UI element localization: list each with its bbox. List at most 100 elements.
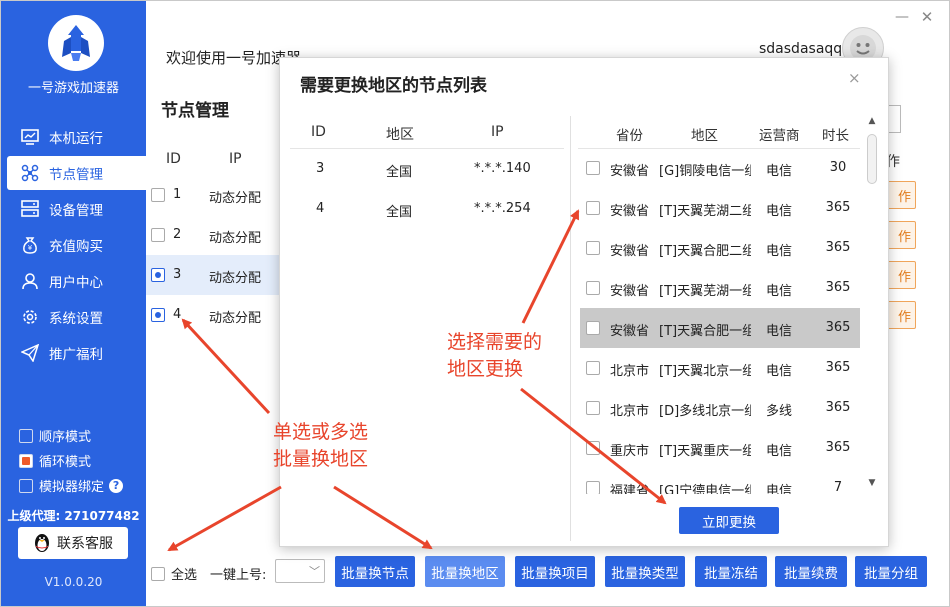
region-list-item[interactable]: 重庆市 [T]天翼重庆一组 电信 365 xyxy=(580,428,860,468)
sidebar-item-recharge[interactable]: ¥ 充值购买 xyxy=(7,228,146,262)
region-list-item[interactable]: 北京市 [D]多线北京一组 多线 365 xyxy=(580,388,860,428)
batch-renew-button[interactable]: 批量续费 xyxy=(775,556,847,587)
user-icon xyxy=(21,272,39,290)
region-list-item[interactable]: 福建省 [G]宁德电信一组 电信 7 xyxy=(580,468,860,494)
region-province: 安徽省 xyxy=(610,284,650,299)
batch-change-region-button[interactable]: 批量换地区 xyxy=(425,556,505,587)
region-area: [T]天翼北京一组 xyxy=(659,364,751,379)
region-duration: 365 xyxy=(825,400,851,415)
region-isp: 电信 xyxy=(766,364,793,379)
mode-emulator-bind[interactable]: 模拟器绑定 ? xyxy=(19,476,124,495)
mode-sequential[interactable]: 顺序模式 xyxy=(19,426,91,445)
contact-service-button[interactable]: 联系客服 xyxy=(18,527,128,559)
chevron-down-icon: ﹀ xyxy=(309,565,320,578)
row-checkbox[interactable] xyxy=(151,188,165,202)
region-area: [T]天翼合肥二组 xyxy=(659,244,751,259)
region-province: 安徽省 xyxy=(610,244,650,259)
region-checkbox[interactable] xyxy=(586,441,600,455)
batch-change-type-button[interactable]: 批量换类型 xyxy=(605,556,685,587)
batch-change-node-button[interactable]: 批量换节点 xyxy=(335,556,415,587)
region-list-item[interactable]: 安徽省 [G]铜陵电信一组 电信 30 xyxy=(580,148,860,188)
close-icon[interactable]: ✕ xyxy=(919,9,935,25)
region-duration: 365 xyxy=(825,200,851,215)
sidebar-item-system-settings[interactable]: 系统设置 xyxy=(7,300,146,334)
left-cell-region: 全国 xyxy=(386,165,413,180)
mode-label: 模拟器绑定 xyxy=(39,480,105,495)
dialog-close-icon[interactable]: × xyxy=(848,69,861,87)
region-duration: 365 xyxy=(825,360,851,375)
region-duration: 7 xyxy=(833,480,843,494)
mode-label: 循环模式 xyxy=(39,455,92,470)
region-checkbox[interactable] xyxy=(586,361,600,375)
region-isp: 多线 xyxy=(766,404,793,419)
region-list-item[interactable]: 安徽省 [T]天翼合肥二组 电信 365 xyxy=(580,228,860,268)
left-header-ip: IP xyxy=(491,124,504,140)
sequential-checkbox[interactable] xyxy=(19,428,33,443)
left-cell-ip: *.*.*.254 xyxy=(474,201,531,216)
scrollbar[interactable]: ▲ ▼ xyxy=(864,116,880,494)
minimize-icon[interactable]: — xyxy=(894,10,910,26)
sidebar-item-local-run[interactable]: 本机运行 xyxy=(7,120,146,154)
sidebar-item-label: 充值购买 xyxy=(49,239,103,255)
region-checkbox[interactable] xyxy=(586,321,600,335)
region-province: 安徽省 xyxy=(610,324,650,339)
region-checkbox[interactable] xyxy=(586,481,600,494)
region-duration: 365 xyxy=(825,240,851,255)
region-isp: 电信 xyxy=(766,204,793,219)
scroll-down-icon[interactable]: ▼ xyxy=(864,478,880,492)
sidebar-item-device-management[interactable]: 设备管理 xyxy=(7,192,146,226)
right-header-isp: 运营商 xyxy=(759,128,800,144)
emulator-bind-checkbox[interactable] xyxy=(19,478,33,493)
row-checkbox[interactable] xyxy=(151,268,165,282)
annotation-region: 选择需要的 地区更换 xyxy=(447,329,542,383)
quick-login-label: 一键上号: xyxy=(210,568,267,583)
right-header-province: 省份 xyxy=(616,128,643,144)
app-logo xyxy=(48,15,104,71)
region-list-item[interactable]: 安徽省 [T]天翼芜湖二组 电信 365 xyxy=(580,188,860,228)
sidebar-item-node-management[interactable]: 节点管理 xyxy=(7,156,146,190)
row-checkbox[interactable] xyxy=(151,308,165,322)
region-checkbox[interactable] xyxy=(586,241,600,255)
sidebar-item-label: 节点管理 xyxy=(49,167,103,183)
sidebar-item-promotion[interactable]: 推广福利 xyxy=(7,336,146,370)
region-list-item[interactable]: 安徽省 [T]天翼芜湖一组 电信 365 xyxy=(580,268,860,308)
sidebar-item-label: 推广福利 xyxy=(49,347,103,363)
right-header-duration: 时长 xyxy=(822,128,849,144)
region-area: [T]天翼芜湖二组 xyxy=(659,204,751,219)
quick-login-select[interactable]: ﹀ xyxy=(275,559,325,583)
left-cell-id: 3 xyxy=(316,161,325,176)
batch-change-project-button[interactable]: 批量换项目 xyxy=(515,556,595,587)
row-id: 1 xyxy=(173,187,182,202)
select-all-checkbox[interactable] xyxy=(151,566,165,581)
row-id: 2 xyxy=(173,227,182,242)
region-checkbox[interactable] xyxy=(586,201,600,215)
region-list-item[interactable]: 安徽省 [T]天翼合肥一组 电信 365 xyxy=(580,308,860,348)
region-area: [D]多线北京一组 xyxy=(659,404,751,419)
sidebar-item-user-center[interactable]: 用户中心 xyxy=(7,264,146,298)
region-isp: 电信 xyxy=(766,444,793,459)
scroll-up-icon[interactable]: ▲ xyxy=(864,116,880,130)
region-province: 安徽省 xyxy=(610,164,650,179)
server-icon xyxy=(21,200,39,218)
region-isp: 电信 xyxy=(766,164,793,179)
batch-group-button[interactable]: 批量分组 xyxy=(855,556,927,587)
region-list-item[interactable]: 北京市 [T]天翼北京一组 电信 365 xyxy=(580,348,860,388)
region-checkbox[interactable] xyxy=(586,161,600,175)
scroll-thumb[interactable] xyxy=(867,134,877,184)
region-province: 北京市 xyxy=(610,364,650,379)
help-icon[interactable]: ? xyxy=(109,478,124,493)
apply-change-button[interactable]: 立即更换 xyxy=(679,507,779,534)
batch-freeze-button[interactable]: 批量冻结 xyxy=(695,556,767,587)
arrow-to-select-all xyxy=(167,485,282,552)
region-duration: 365 xyxy=(825,280,851,295)
region-area: [G]宁德电信一组 xyxy=(659,484,751,494)
loop-checkbox[interactable] xyxy=(19,453,33,468)
select-all[interactable]: 全选 xyxy=(151,564,197,583)
row-checkbox[interactable] xyxy=(151,228,165,242)
sidebar-item-label: 设备管理 xyxy=(49,203,103,219)
region-checkbox[interactable] xyxy=(586,281,600,295)
region-province: 北京市 xyxy=(610,404,650,419)
region-checkbox[interactable] xyxy=(586,401,600,415)
region-province: 重庆市 xyxy=(610,444,650,459)
mode-loop[interactable]: 循环模式 xyxy=(19,451,91,470)
